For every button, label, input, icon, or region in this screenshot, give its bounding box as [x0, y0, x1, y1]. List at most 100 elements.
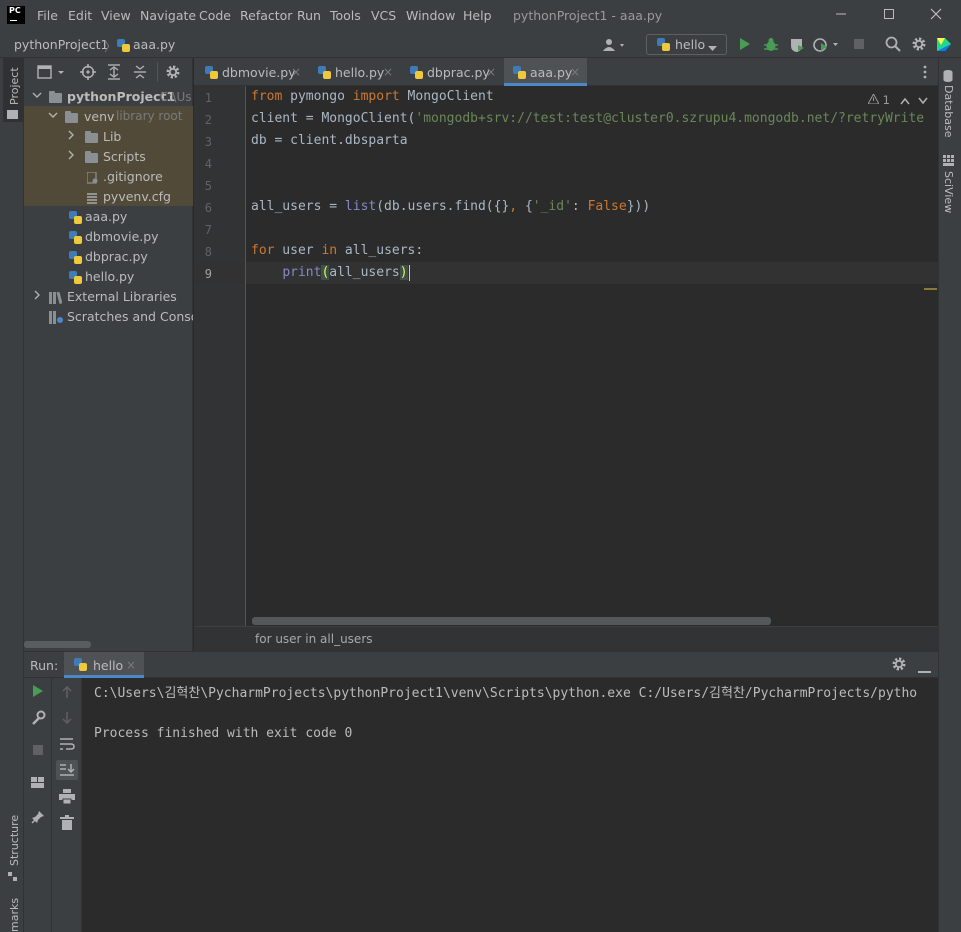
inspection-widget[interactable]: 1	[867, 92, 890, 107]
close-window-icon[interactable]	[926, 6, 946, 26]
print-icon[interactable]	[59, 789, 75, 807]
tree-item-venv[interactable]: venv library root	[48, 108, 193, 128]
menu-view[interactable]: View	[101, 8, 131, 23]
project-panel-scrollbar[interactable]	[24, 641, 91, 648]
menu-window[interactable]: Window	[406, 8, 455, 23]
python-file-icon	[69, 231, 82, 244]
pin-tab-icon[interactable]	[31, 810, 45, 827]
bookmarks-tool-label[interactable]: marks	[8, 898, 21, 932]
console-line: Process finished with exit code 0	[94, 726, 353, 741]
scroll-up-icon[interactable]	[60, 685, 74, 702]
menu-code[interactable]: Code	[199, 8, 231, 23]
line-number: 1	[204, 91, 212, 105]
stop-run-icon[interactable]	[32, 744, 44, 759]
line-number: 4	[204, 157, 212, 171]
menu-refactor[interactable]: Refactor	[240, 8, 292, 23]
run-icon[interactable]	[738, 37, 752, 54]
tab-close-icon[interactable]: ×	[291, 65, 301, 79]
menu-vcs[interactable]: VCS	[371, 8, 396, 23]
collapse-all-icon[interactable]	[132, 64, 148, 83]
text-caret	[409, 265, 410, 281]
previous-highlight-icon[interactable]	[900, 94, 910, 108]
tree-root-project[interactable]: pythonProject1 C:\Us	[32, 88, 193, 108]
code-line-9: print(all_users)	[282, 265, 408, 280]
tree-venv-label: venv	[84, 109, 115, 124]
editor-breadcrumb[interactable]: for user in all_users	[255, 632, 373, 646]
soft-wrap-icon[interactable]	[59, 737, 75, 754]
tab-aaa[interactable]: aaa.py ×	[512, 58, 587, 86]
run-settings-gear-icon[interactable]	[891, 656, 907, 675]
menu-run[interactable]: Run	[297, 8, 321, 23]
line-number-current: 9	[204, 267, 212, 281]
project-view-selector-icon[interactable]	[37, 65, 69, 82]
line-number: 2	[204, 113, 212, 127]
rerun-icon[interactable]	[31, 684, 45, 701]
expand-all-icon[interactable]	[106, 64, 122, 83]
maximize-icon[interactable]	[879, 6, 899, 26]
breadcrumb-file[interactable]: aaa.py	[133, 37, 175, 52]
menu-navigate[interactable]: Navigate	[140, 8, 196, 23]
search-icon[interactable]	[885, 36, 901, 55]
run-tab-close-icon[interactable]: ×	[126, 658, 136, 672]
tree-item-dbprac-py[interactable]: dbprac.py	[68, 248, 193, 268]
code-editor[interactable]	[246, 86, 938, 626]
tree-file-label: hello.py	[85, 269, 135, 284]
menu-edit[interactable]: Edit	[68, 8, 92, 23]
clear-all-trash-icon[interactable]	[60, 815, 74, 833]
menu-tools[interactable]: Tools	[330, 8, 361, 23]
database-tool-label[interactable]: Database	[942, 85, 955, 138]
menu-file[interactable]: File	[37, 8, 58, 23]
vcs-user-icon[interactable]	[603, 38, 627, 55]
settings-gear-icon[interactable]	[911, 36, 927, 55]
breadcrumb-separator-icon: 〉	[104, 40, 118, 55]
panel-settings-gear-icon[interactable]	[165, 64, 181, 83]
run-tab-hello[interactable]: hello	[93, 658, 123, 673]
tree-item-pyvenv[interactable]: pyvenv.cfg	[86, 188, 193, 208]
profile-icon[interactable]	[813, 37, 839, 56]
stop-icon[interactable]	[853, 38, 865, 53]
tab-close-icon[interactable]: ×	[570, 65, 580, 79]
tab-close-icon[interactable]: ×	[486, 65, 496, 79]
more-tabs-icon[interactable]	[922, 65, 928, 82]
left-tool-window-stripe	[0, 58, 24, 932]
structure-icon	[8, 871, 18, 885]
tab-dbprac[interactable]: dbprac.py ×	[409, 58, 499, 86]
tab-close-icon[interactable]: ×	[383, 65, 393, 79]
tree-item-external-libraries[interactable]: External Libraries	[32, 288, 193, 308]
layout-icon[interactable]	[31, 777, 45, 792]
scratches-icon	[49, 311, 63, 327]
tab-hello[interactable]: hello.py ×	[317, 58, 397, 86]
plugin-logo-icon[interactable]	[936, 36, 952, 55]
tree-item-lib[interactable]: Lib	[66, 128, 193, 148]
tree-item-scratches[interactable]: Scratches and Consoles	[32, 308, 193, 328]
error-stripe-marker[interactable]	[924, 288, 937, 290]
python-file-icon	[69, 251, 82, 264]
editor-horizontal-scrollbar[interactable]	[252, 617, 771, 625]
project-tool-label[interactable]: Project	[8, 67, 21, 105]
edit-configuration-wrench-icon[interactable]	[30, 710, 46, 729]
tree-item-hello-py[interactable]: hello.py	[68, 268, 193, 288]
next-highlight-icon[interactable]	[918, 94, 928, 108]
debug-icon[interactable]	[763, 37, 779, 56]
warning-count: 1	[882, 93, 890, 107]
tree-item-gitignore[interactable]: .gitignore	[86, 168, 193, 188]
scroll-down-icon[interactable]	[60, 711, 74, 728]
scroll-to-end-toggle[interactable]	[56, 760, 78, 780]
hide-panel-icon[interactable]	[918, 663, 931, 677]
tab-dbmovie[interactable]: dbmovie.py ×	[204, 58, 304, 86]
tree-item-scripts[interactable]: Scripts	[66, 148, 193, 168]
code-line-2: client = MongoClient('mongodb+srv://test…	[251, 111, 925, 126]
tree-item-dbmovie-py[interactable]: dbmovie.py	[68, 228, 193, 248]
run-console-output[interactable]	[82, 678, 938, 932]
run-panel-header	[24, 651, 938, 678]
line-number: 6	[204, 201, 212, 215]
line-number: 5	[204, 179, 212, 193]
coverage-icon[interactable]	[789, 37, 805, 56]
sciview-tool-label[interactable]: SciView	[942, 171, 955, 213]
minimize-icon[interactable]	[831, 6, 851, 26]
locate-file-icon[interactable]	[80, 64, 96, 83]
structure-tool-label[interactable]: Structure	[8, 815, 21, 866]
breadcrumb-project[interactable]: pythonProject1	[14, 37, 108, 52]
menu-help[interactable]: Help	[463, 8, 492, 23]
tree-item-aaa-py[interactable]: aaa.py	[68, 208, 193, 228]
